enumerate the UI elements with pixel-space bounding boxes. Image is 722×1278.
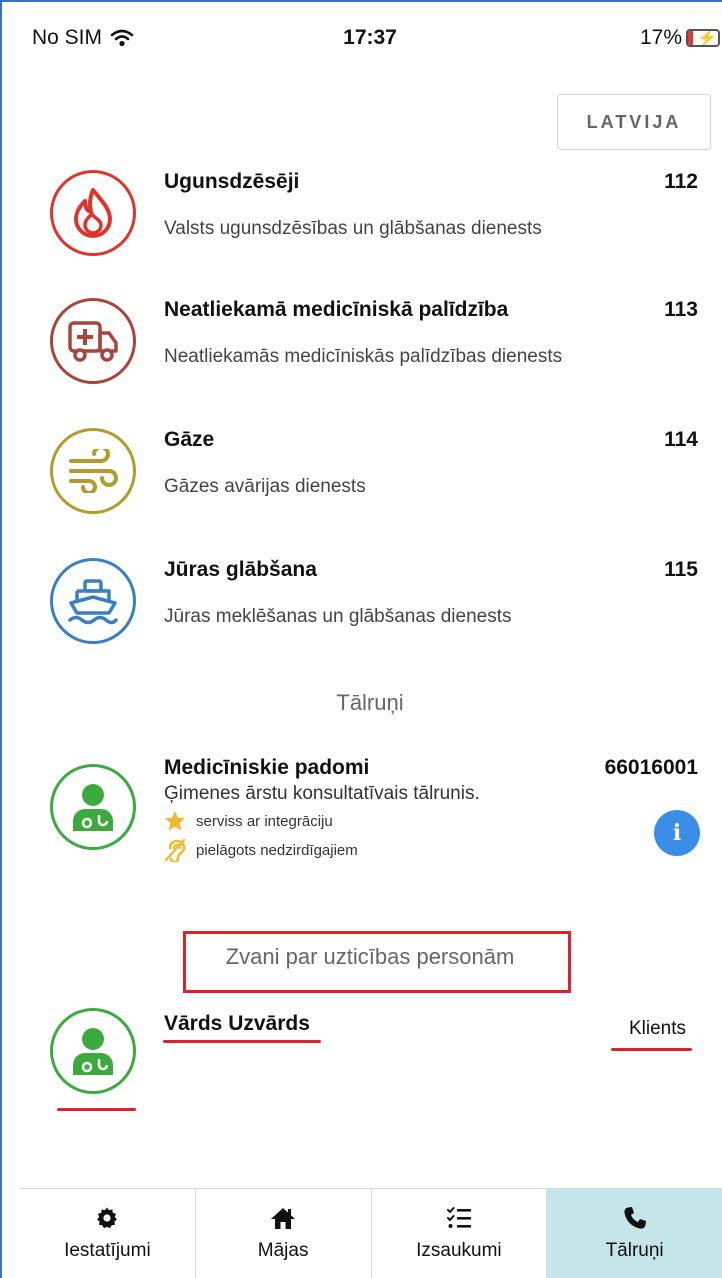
checklist-icon — [446, 1206, 471, 1228]
info-icon: i — [672, 820, 682, 846]
tab-calls-label: Izsaukumi — [416, 1239, 502, 1261]
service-item-sea-rescue[interactable]: Jūras glābšana 115 Jūras meklēšanas un g… — [20, 558, 720, 678]
service-description: Gāzes avārijas dienests — [164, 476, 366, 497]
tab-settings[interactable]: Iestatījumi — [20, 1189, 196, 1278]
service-name: Jūras glābšana — [164, 558, 317, 581]
info-button[interactable]: i — [654, 810, 700, 856]
home-icon — [271, 1207, 296, 1229]
doctor-icon — [50, 764, 136, 850]
service-description: Neatliekamās medicīniskās palīdzības die… — [164, 346, 563, 367]
tab-calls[interactable]: Izsaukumi — [372, 1189, 548, 1278]
battery-icon: ⚡ — [686, 29, 720, 47]
doctor-icon — [50, 1008, 136, 1094]
annotation-underline-role — [611, 1048, 692, 1051]
service-name: Ugunsdzēsēji — [164, 170, 300, 193]
tab-settings-label: Iestatījumi — [64, 1239, 151, 1261]
status-bar: No SIM 17:37 17% ⚡ — [20, 22, 720, 52]
service-name: Neatliekamā medicīniskā palīdzība — [164, 298, 509, 321]
wind-icon — [50, 428, 136, 514]
service-number: 112 — [664, 170, 698, 193]
feature-integration: serviss ar integrāciju — [164, 810, 333, 832]
tab-home-label: Mājas — [257, 1239, 309, 1261]
contact-name: Vārds Uzvārds — [164, 1012, 310, 1035]
contact-number: 66016001 — [604, 756, 698, 779]
annotation-underline-name — [163, 1040, 321, 1043]
service-number: 113 — [664, 298, 698, 321]
annotation-underline-avatar — [57, 1108, 136, 1111]
service-number: 114 — [664, 428, 698, 451]
contact-role: Klients — [628, 1018, 686, 1039]
tab-bar: Iestatījumi Mājas Izsaukumi Tālruņi — [20, 1188, 722, 1278]
tab-home[interactable]: Mājas — [196, 1189, 372, 1278]
tab-phones-label: Tālruņi — [605, 1239, 664, 1261]
country-button[interactable]: LATVIJA — [557, 94, 711, 150]
charging-bolt-icon: ⚡ — [697, 30, 717, 47]
feature-deaf: pielāgots nedzirdīgajiem — [164, 838, 358, 862]
service-number: 115 — [664, 558, 698, 581]
status-right: 17% ⚡ — [640, 26, 720, 50]
phones-section-title: Tālruņi — [336, 690, 404, 715]
tab-phones[interactable]: Tālruņi — [547, 1189, 722, 1278]
feature-integration-label: serviss ar integrāciju — [196, 812, 333, 830]
contact-item-medical-advice[interactable]: Medicīniskie padomi 66016001 Ģimenes ārs… — [20, 756, 720, 876]
service-description: Jūras meklēšanas un glābšanas dienests — [164, 606, 512, 627]
battery-percent: 17% — [639, 26, 682, 49]
ship-icon — [50, 558, 136, 644]
star-icon — [165, 811, 185, 831]
contact-description: Ģimenes ārstu konsultatīvais tālrunis. — [164, 783, 480, 804]
service-item-fire[interactable]: Ugunsdzēsēji 112 Valsts ugunsdzēsības un… — [20, 170, 720, 290]
gear-icon — [97, 1207, 118, 1228]
service-name: Gāze — [164, 428, 215, 451]
contact-name: Medicīniskie padomi — [164, 756, 370, 779]
phone-icon — [624, 1206, 646, 1229]
ambulance-icon — [50, 298, 136, 384]
status-time: 17:37 — [343, 26, 397, 49]
service-item-gas[interactable]: Gāze 114 Gāzes avārijas dienests — [20, 428, 720, 548]
service-description: Valsts ugunsdzēsības un glābšanas dienes… — [164, 218, 542, 239]
battery-level — [688, 31, 694, 45]
contact-item-trusted-person[interactable]: Vārds Uzvārds Klients — [20, 1008, 720, 1108]
deaf-ear-icon — [164, 838, 186, 862]
annotation-box — [183, 931, 571, 993]
fire-icon — [50, 170, 136, 256]
feature-deaf-label: pielāgots nedzirdīgajiem — [196, 841, 358, 859]
service-item-ambulance[interactable]: Neatliekamā medicīniskā palīdzība 113 Ne… — [20, 298, 720, 418]
